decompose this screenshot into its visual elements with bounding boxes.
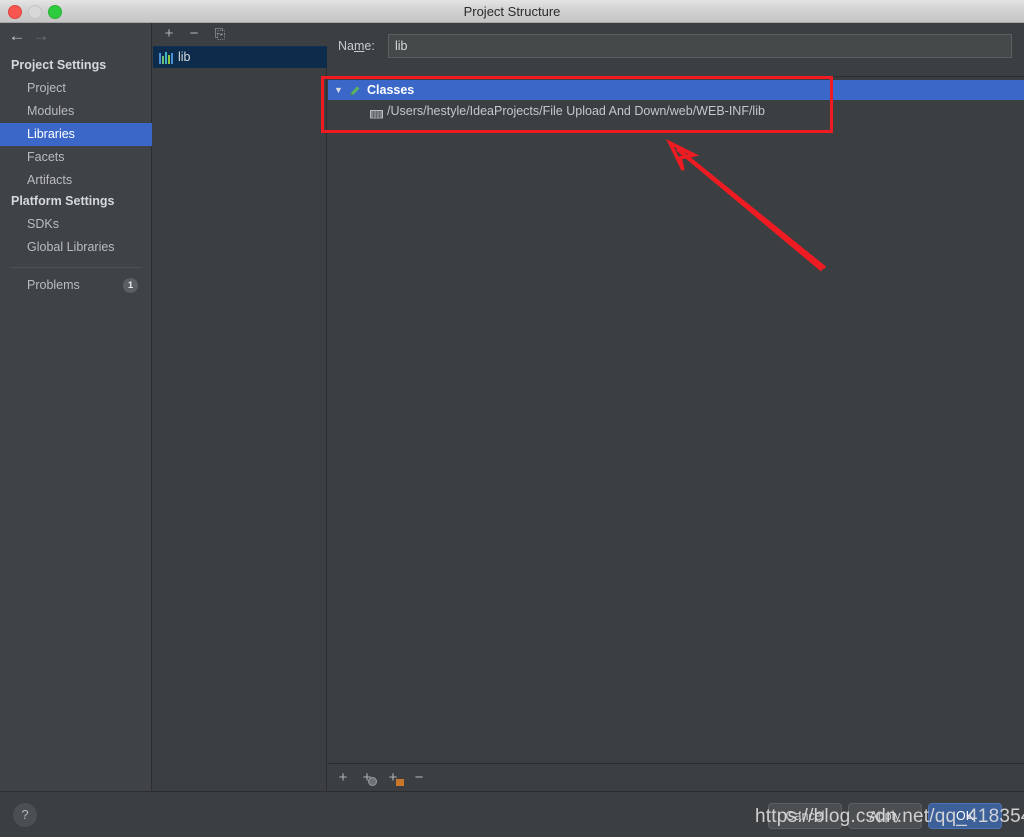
library-roots-toolbar: + + + − [328,763,1024,792]
sidebar-item-libraries[interactable]: Libraries [0,123,152,146]
sidebar-item-facets[interactable]: Facets [0,146,152,169]
window-titlebar: Project Structure [0,0,1024,23]
sidebar-divider [11,267,141,268]
cancel-button[interactable]: Cancel [768,803,842,829]
add-from-maven-button[interactable]: + [356,768,378,788]
tree-group-classes[interactable]: ▼ Classes [328,80,1024,100]
project-structure-window: Project Structure ← → Project Settings P… [0,0,1024,837]
sidebar-item-modules[interactable]: Modules [0,100,152,123]
forward-arrow-icon[interactable]: → [30,26,52,46]
tree-entry-label: /Users/hestyle/IdeaProjects/File Upload … [387,104,765,118]
list-item[interactable]: lib [153,46,327,68]
sidebar-item-sdks[interactable]: SDKs [0,213,152,236]
libraries-list-toolbar: + − ⎘ [153,23,327,46]
name-row: Name: [328,31,1024,63]
add-from-folder-button[interactable]: + [382,768,404,788]
window-title: Project Structure [463,4,561,19]
sidebar-item-problems[interactable]: Problems 1 [0,274,152,297]
tree-entry-row[interactable]: /Users/hestyle/IdeaProjects/File Upload … [328,101,1024,121]
remove-root-button[interactable]: − [408,768,430,788]
globe-icon [368,777,377,786]
sidebar-item-artifacts[interactable]: Artifacts [0,169,152,192]
libraries-list-panel: + − ⎘ lib [153,23,327,791]
sidebar-nav-arrows: ← → [0,23,152,50]
jar-folder-icon [370,106,383,119]
sidebar-section-platform-settings: Platform Settings [11,194,115,208]
problems-label: Problems [27,278,80,292]
add-library-button[interactable]: + [159,24,179,44]
folder-icon [396,779,404,786]
tree-group-label: Classes [367,83,415,97]
remove-library-button[interactable]: − [184,24,204,44]
libraries-list: lib [153,46,327,68]
sidebar-item-project[interactable]: Project [0,77,152,100]
classes-root-icon [349,84,362,97]
sidebar-item-global-libraries[interactable]: Global Libraries [0,236,152,259]
library-icon [159,52,173,64]
sidebar-section-project-settings: Project Settings [11,58,107,72]
apply-button[interactable]: Apply [848,803,922,829]
library-detail-panel: Name: ▼ Classes [328,23,1024,791]
library-roots-tree: ▼ Classes /Users/hestyle/IdeaProjects/Fi… [328,76,1024,764]
name-label: Name: [338,39,375,53]
problems-count-badge: 1 [123,278,138,293]
settings-sidebar: ← → Project Settings Project Modules Lib… [0,23,152,791]
copy-library-icon[interactable]: ⎘ [210,24,230,44]
help-button[interactable]: ? [13,803,37,827]
chevron-down-icon[interactable]: ▼ [334,80,343,100]
add-root-button[interactable]: + [332,768,354,788]
list-item-label: lib [178,50,191,64]
library-name-input[interactable] [388,34,1012,58]
back-arrow-icon[interactable]: ← [6,26,28,46]
ok-button[interactable]: OK [928,803,1002,829]
